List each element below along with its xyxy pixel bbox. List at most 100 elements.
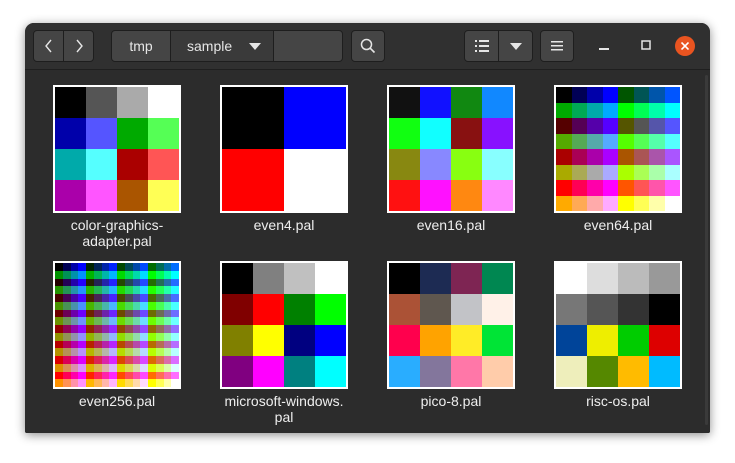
color-swatch <box>587 87 603 103</box>
file-item[interactable]: color-graphics- adapter.pal <box>53 85 193 249</box>
file-item[interactable]: risc-os.pal <box>554 261 694 421</box>
file-item[interactable]: even16.pal <box>387 85 527 245</box>
color-swatch <box>62 301 71 310</box>
color-swatch <box>117 363 125 372</box>
color-swatch <box>109 278 117 287</box>
color-swatch <box>109 332 117 341</box>
color-swatch <box>148 301 156 310</box>
forward-button[interactable] <box>63 30 94 62</box>
file-item[interactable]: pico-8.pal <box>387 261 527 421</box>
scrollbar[interactable] <box>705 75 708 425</box>
color-swatch <box>62 340 71 349</box>
color-swatch <box>109 294 117 302</box>
color-swatch <box>117 294 125 302</box>
file-item[interactable]: microsoft-windows. pal <box>220 261 360 425</box>
color-swatch <box>132 325 141 333</box>
color-swatch <box>140 325 148 333</box>
color-swatch <box>222 149 284 211</box>
color-swatch <box>101 278 110 287</box>
color-swatch <box>86 348 94 356</box>
color-swatch <box>315 294 346 325</box>
color-swatch <box>86 317 94 325</box>
color-swatch <box>140 278 148 287</box>
color-swatch <box>101 301 110 310</box>
color-swatch <box>55 317 63 325</box>
color-swatch <box>70 286 79 294</box>
file-item[interactable]: even64.pal <box>554 85 694 245</box>
color-swatch <box>148 363 156 372</box>
color-swatch <box>618 180 634 196</box>
color-swatch <box>420 149 451 180</box>
color-swatch <box>315 356 346 387</box>
color-swatch <box>70 309 79 318</box>
color-swatch <box>155 270 164 279</box>
color-swatch <box>389 325 420 356</box>
palette-swatch-grid <box>389 87 513 211</box>
color-swatch <box>315 325 346 356</box>
color-swatch <box>124 309 133 318</box>
color-swatch <box>587 102 603 118</box>
breadcrumb-sample[interactable]: sample <box>170 30 274 62</box>
chevron-right-icon <box>74 39 84 53</box>
palette-swatch-grid <box>556 263 680 387</box>
close-icon <box>680 37 690 55</box>
file-name-label: pico-8.pal <box>420 393 482 409</box>
color-swatch <box>155 278 164 287</box>
color-swatch <box>163 379 172 387</box>
color-swatch <box>649 164 665 180</box>
palette-thumbnail <box>220 261 348 389</box>
search-button[interactable] <box>351 30 385 62</box>
minimize-button[interactable] <box>591 33 617 59</box>
file-item[interactable]: even4.pal <box>220 85 360 245</box>
color-swatch <box>78 371 86 380</box>
back-button[interactable] <box>33 30 64 62</box>
breadcrumb-empty-segment[interactable] <box>273 30 343 62</box>
color-swatch <box>140 379 148 387</box>
color-swatch <box>148 180 179 211</box>
color-swatch <box>163 309 172 318</box>
color-swatch <box>132 348 141 356</box>
color-swatch <box>171 309 179 318</box>
color-swatch <box>284 356 315 387</box>
color-swatch <box>148 317 156 325</box>
color-swatch <box>109 340 117 349</box>
color-swatch <box>70 263 79 271</box>
color-swatch <box>649 180 665 196</box>
color-swatch <box>86 180 117 211</box>
color-swatch <box>171 340 179 349</box>
close-button[interactable] <box>675 36 695 56</box>
color-swatch <box>587 149 603 165</box>
color-swatch <box>140 340 148 349</box>
color-swatch <box>284 294 315 325</box>
color-swatch <box>587 325 618 356</box>
color-swatch <box>284 263 315 294</box>
view-options-button[interactable] <box>498 30 533 62</box>
color-swatch <box>86 371 94 380</box>
color-swatch <box>109 356 117 364</box>
palette-thumbnail <box>53 261 181 389</box>
color-swatch <box>587 118 603 134</box>
breadcrumb-tmp[interactable]: tmp <box>111 30 171 62</box>
maximize-button[interactable] <box>633 33 659 59</box>
color-swatch <box>132 363 141 372</box>
color-swatch <box>132 263 141 271</box>
color-swatch <box>482 294 513 325</box>
color-swatch <box>132 356 141 364</box>
palette-thumbnail <box>554 85 682 213</box>
color-swatch <box>101 309 110 318</box>
color-swatch <box>602 133 618 149</box>
color-swatch <box>62 278 71 287</box>
color-swatch <box>70 379 79 387</box>
chevron-left-icon <box>44 39 54 53</box>
file-item[interactable]: even256.pal <box>53 261 193 421</box>
color-swatch <box>148 340 156 349</box>
color-swatch <box>140 371 148 380</box>
color-swatch <box>70 278 79 287</box>
list-view-button[interactable] <box>464 30 499 62</box>
main-menu-button[interactable] <box>540 30 574 62</box>
color-swatch <box>62 286 71 294</box>
color-swatch <box>86 149 117 180</box>
color-swatch <box>649 263 680 294</box>
color-swatch <box>132 286 141 294</box>
color-swatch <box>148 348 156 356</box>
